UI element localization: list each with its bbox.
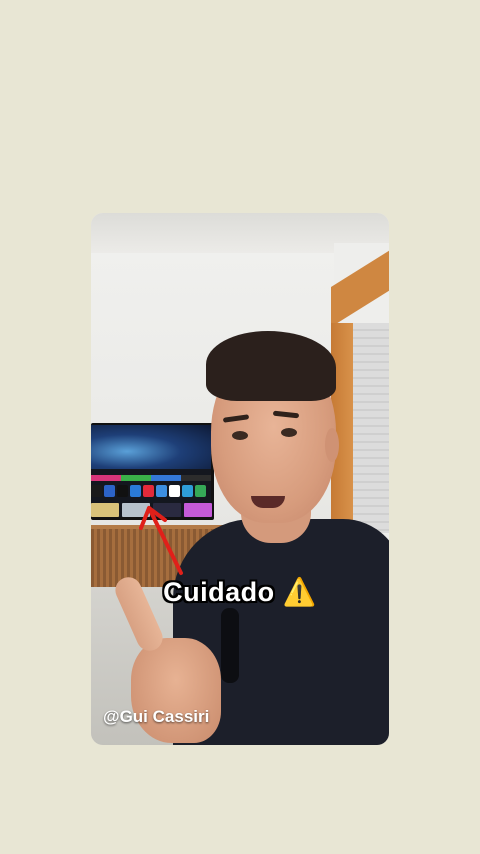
tv-app-tile-highlighted bbox=[143, 485, 154, 497]
tv-app-tile bbox=[169, 485, 180, 497]
tv-tabs bbox=[91, 475, 211, 481]
video-frame[interactable]: Cuidado ⚠️ @Gui Cassiri bbox=[91, 213, 389, 745]
creator-watermark: @Gui Cassiri bbox=[103, 707, 210, 726]
tv-content-tile bbox=[91, 503, 119, 517]
caption-text: Cuidado bbox=[163, 577, 275, 607]
tv-app-tile bbox=[130, 485, 141, 497]
person-hand bbox=[131, 638, 221, 743]
video-caption: Cuidado ⚠️ bbox=[91, 576, 389, 608]
tv-app-tile bbox=[104, 485, 115, 497]
person-ear bbox=[325, 428, 339, 462]
doorway bbox=[353, 323, 389, 533]
lapel-microphone bbox=[221, 608, 239, 683]
tv-app-tile bbox=[91, 485, 102, 497]
tv-app-tile bbox=[156, 485, 167, 497]
person-eye bbox=[281, 428, 297, 437]
warning-icon: ⚠️ bbox=[282, 577, 317, 607]
tv-banner bbox=[91, 425, 211, 469]
person-hair bbox=[206, 331, 336, 401]
tv-app-row bbox=[91, 485, 206, 497]
tv-app-tile bbox=[182, 485, 193, 497]
tv-app-tile bbox=[195, 485, 206, 497]
person-eye bbox=[232, 431, 248, 440]
red-arrow-icon bbox=[139, 506, 183, 575]
tv-app-tile bbox=[117, 485, 128, 497]
